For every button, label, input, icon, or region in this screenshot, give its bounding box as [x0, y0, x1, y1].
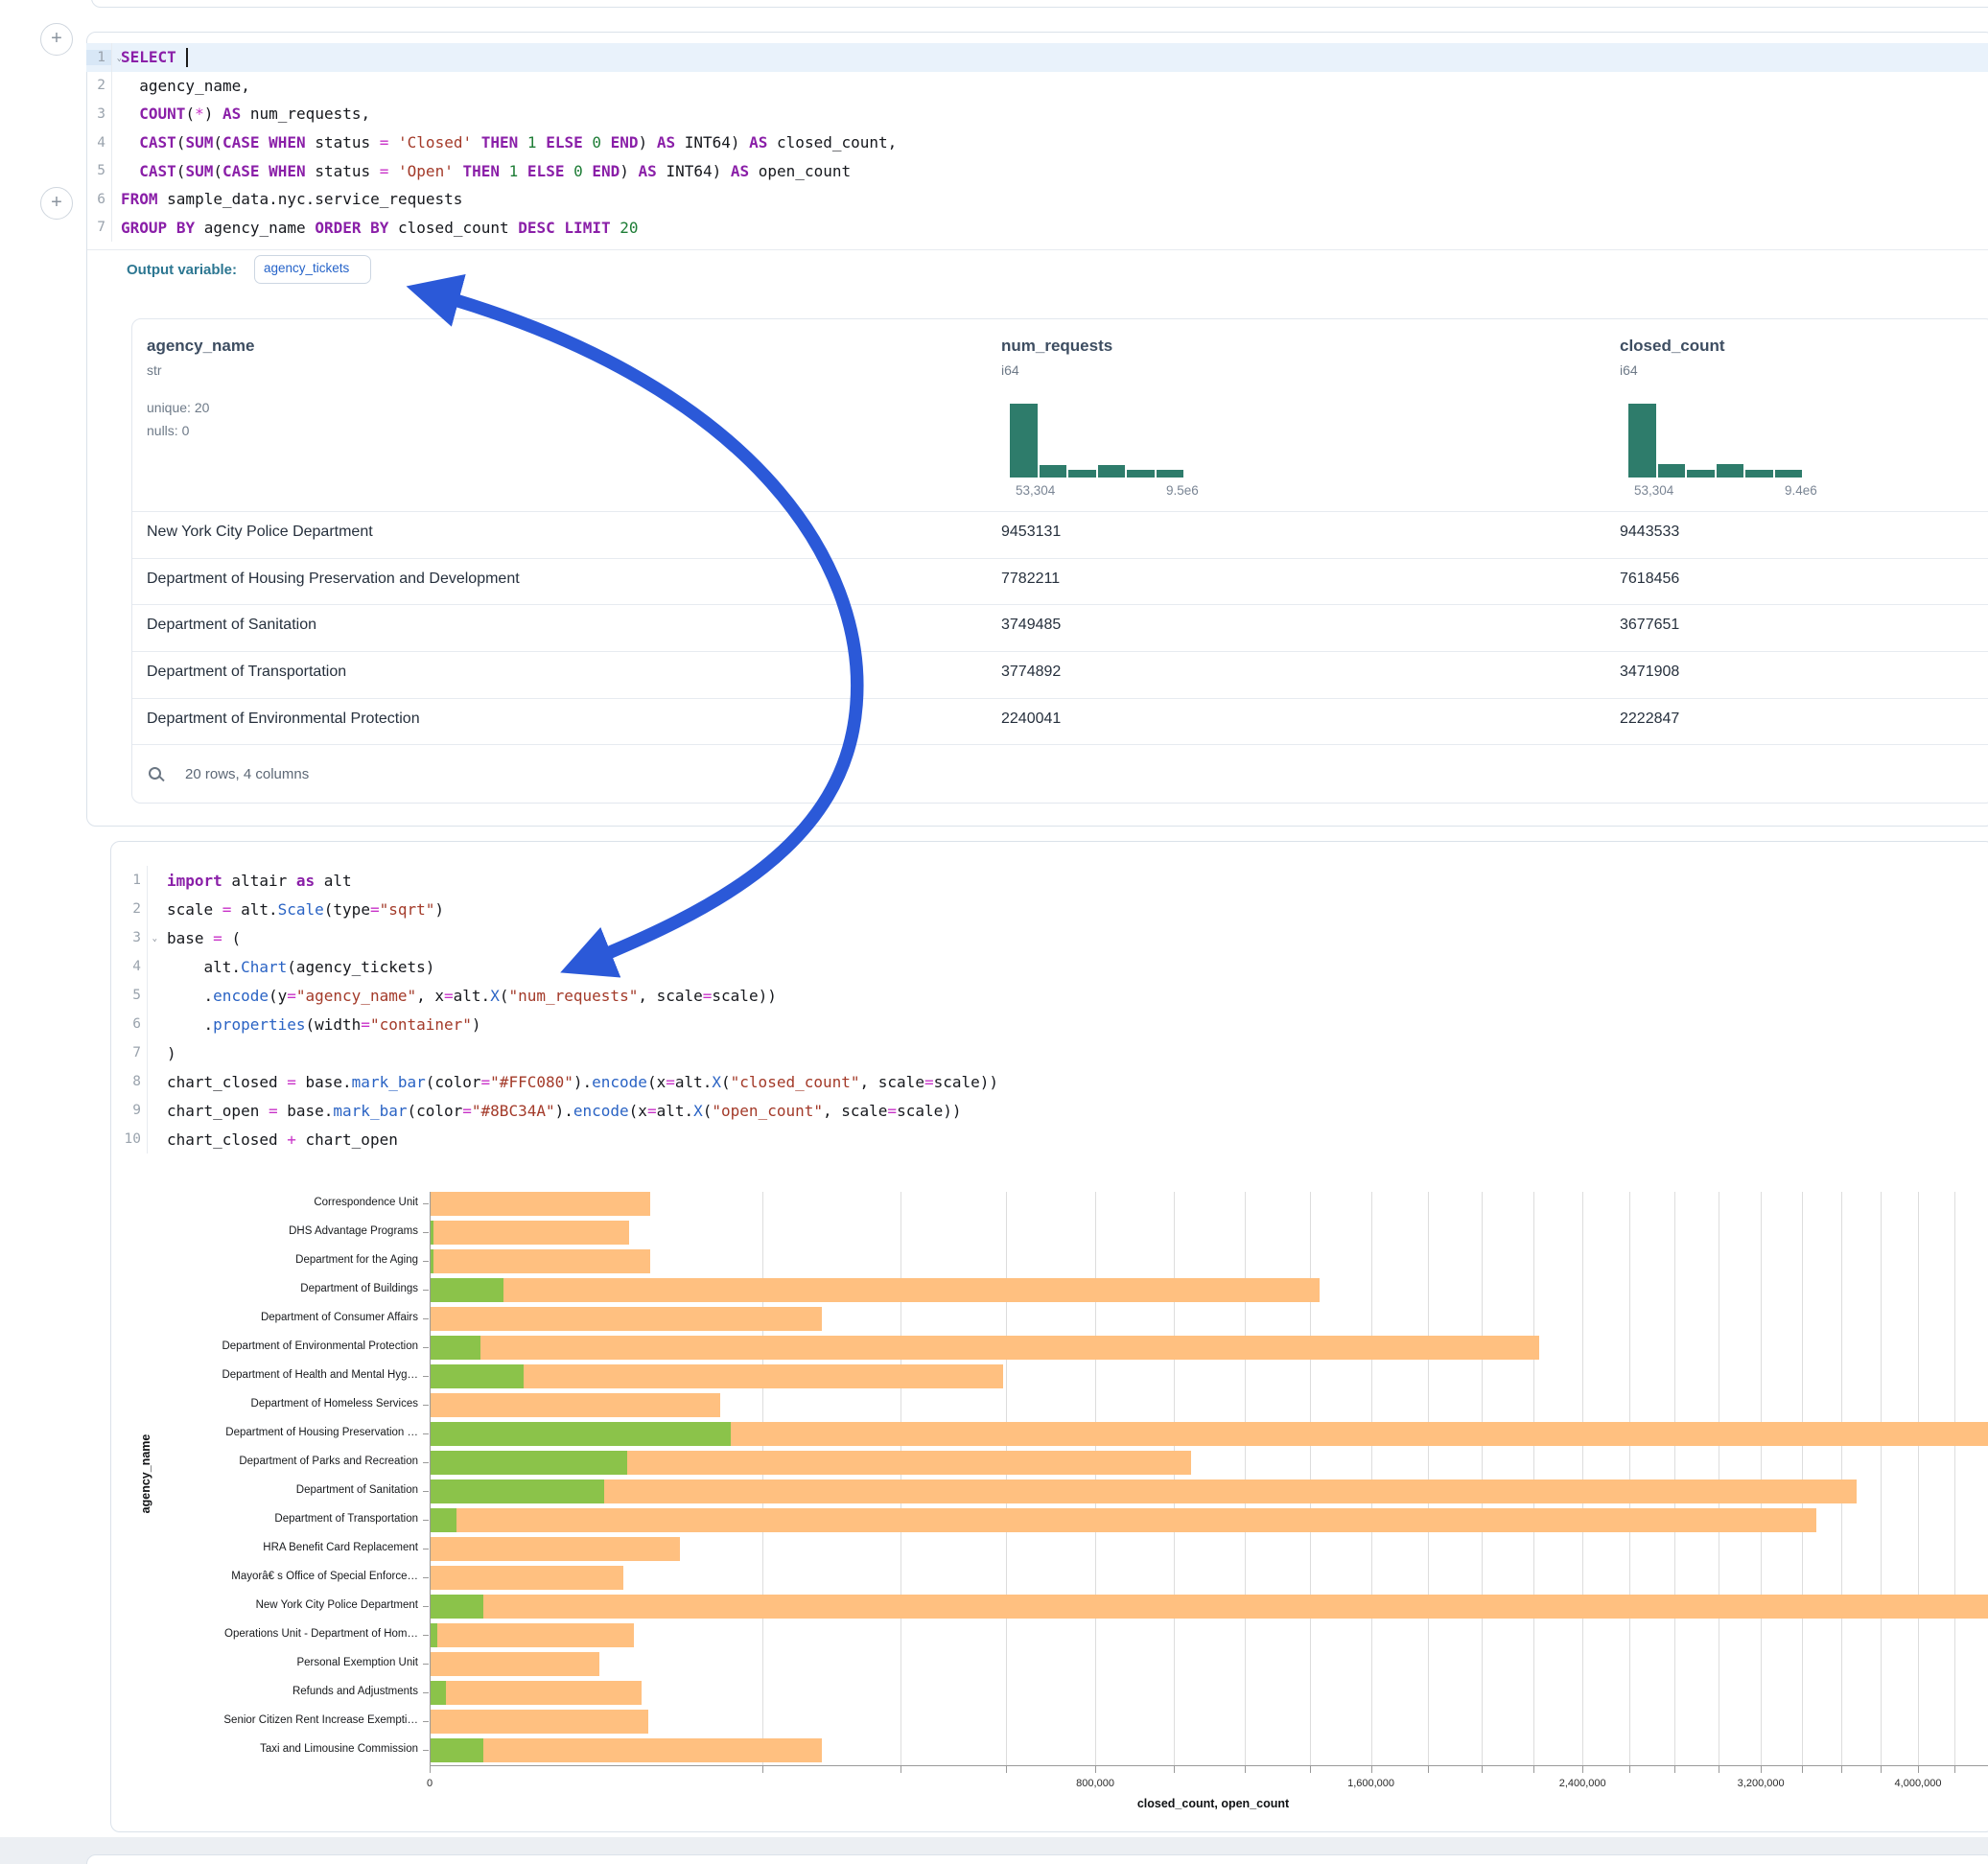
cell-agency: Department of Sanitation	[147, 617, 316, 634]
cell-num: 7782211	[1001, 571, 1060, 588]
code-line: 1import altair as alt	[111, 866, 1988, 895]
line-number: 4	[86, 135, 111, 151]
code-line: 9chart_open = base.mark_bar(color="#8BC3…	[111, 1096, 1988, 1125]
line-number: 2	[111, 901, 147, 917]
histogram-bar	[1098, 465, 1126, 478]
row-separator	[132, 651, 1988, 652]
line-number: 3	[86, 106, 111, 122]
histogram-bar	[1628, 404, 1656, 478]
line-number: 8	[111, 1074, 147, 1089]
histogram-bar	[1010, 404, 1038, 478]
cell-closed: 3677651	[1620, 617, 1679, 634]
line-number: 7	[111, 1045, 147, 1060]
column-header-closed-count[interactable]: closed_count	[1620, 337, 1725, 356]
code-line: 2 agency_name,	[86, 72, 1988, 101]
cell-closed: 3471908	[1620, 664, 1679, 681]
cell-closed: 7618456	[1620, 571, 1679, 588]
code-line: 5 .encode(y="agency_name", x=alt.X("num_…	[111, 981, 1988, 1010]
histogram-min-num: 53,304	[1016, 483, 1055, 498]
line-number: 2	[86, 78, 111, 93]
column-type-closed-count: i64	[1620, 362, 1638, 378]
histogram-bar	[1687, 470, 1715, 478]
output-variable-label: Output variable:	[127, 262, 237, 278]
sql-code-editor[interactable]: 1⌄SELECT 2 agency_name,3 COUNT(*) AS num…	[86, 43, 1988, 242]
histogram-bar	[1068, 470, 1096, 478]
histogram-max-num: 9.5e6	[1166, 483, 1199, 498]
line-number: 4	[111, 959, 147, 974]
code-line: 6 .properties(width="container")	[111, 1010, 1988, 1038]
code-line: 4 alt.Chart(agency_tickets)	[111, 952, 1988, 981]
previous-cell-edge	[91, 0, 1988, 8]
histogram-bar	[1040, 465, 1067, 478]
histogram-num-requests	[1010, 404, 1183, 478]
cell-num: 9453131	[1001, 524, 1061, 541]
row-separator	[132, 744, 1988, 745]
code-line: 8chart_closed = base.mark_bar(color="#FF…	[111, 1067, 1988, 1096]
cell-agency: Department of Transportation	[147, 664, 346, 681]
cell-num: 2240041	[1001, 711, 1061, 728]
cell-agency: Department of Housing Preservation and D…	[147, 571, 520, 588]
next-cell-edge	[86, 1854, 1988, 1864]
row-separator	[132, 698, 1988, 699]
code-line: 5 CAST(SUM(CASE WHEN status = 'Open' THE…	[86, 156, 1988, 185]
histogram-bar	[1127, 470, 1155, 478]
column-header-num-requests[interactable]: num_requests	[1001, 337, 1112, 356]
column-type-num-requests: i64	[1001, 362, 1019, 378]
cell-agency: Department of Environmental Protection	[147, 711, 420, 728]
code-line: 3 COUNT(*) AS num_requests,	[86, 100, 1988, 128]
column-stat-nulls: nulls: 0	[147, 423, 189, 438]
x-axis-title: closed_count, open_count	[1137, 1797, 1289, 1810]
histogram-bar	[1157, 470, 1184, 478]
line-number: 5	[86, 163, 111, 178]
add-cell-button-top[interactable]: +	[40, 23, 73, 56]
text-cursor	[186, 48, 188, 67]
row-separator	[132, 604, 1988, 605]
cell-agency: New York City Police Department	[147, 524, 373, 541]
histogram-bar	[1658, 464, 1686, 478]
code-line: 7)	[111, 1038, 1988, 1067]
line-number: 1	[111, 873, 147, 888]
line-number: 9	[111, 1103, 147, 1118]
notebook-page: + + 1⌄SELECT 2 agency_name,3 COUNT(*) AS…	[0, 0, 1988, 1864]
cell-closed: 2222847	[1620, 711, 1679, 728]
y-axis-title: agency_name	[139, 1434, 152, 1514]
add-cell-button-output[interactable]: +	[40, 187, 73, 220]
code-line: 6FROM sample_data.nyc.service_requests	[86, 185, 1988, 214]
line-number: 7	[86, 220, 111, 235]
row-separator	[132, 558, 1988, 559]
line-number: 3⌄	[111, 930, 147, 945]
code-line: 4 CAST(SUM(CASE WHEN status = 'Closed' T…	[86, 128, 1988, 157]
column-header-agency-name[interactable]: agency_name	[147, 337, 254, 356]
search-icon[interactable]	[149, 767, 161, 780]
code-line: 1⌄SELECT	[86, 43, 1988, 72]
fold-chevron-icon[interactable]: ⌄	[117, 54, 122, 63]
histogram-bar	[1745, 470, 1773, 478]
histogram-bar	[1717, 464, 1744, 478]
table-summary: 20 rows, 4 columns	[185, 766, 309, 782]
fold-chevron-icon[interactable]: ⌄	[152, 934, 157, 944]
line-number: 6	[111, 1016, 147, 1032]
histogram-closed-count	[1628, 404, 1802, 478]
histogram-max-closed: 9.4e6	[1785, 483, 1817, 498]
line-number: 10	[111, 1131, 147, 1147]
column-type-agency-name: str	[147, 362, 162, 378]
line-number: 5	[111, 988, 147, 1003]
line-number: 6	[86, 192, 111, 207]
histogram-bar	[1775, 470, 1803, 478]
code-line: 3⌄base = (	[111, 923, 1988, 952]
code-line: 2scale = alt.Scale(type="sqrt")	[111, 895, 1988, 923]
column-stat-unique: unique: 20	[147, 400, 209, 415]
line-number: 1⌄	[86, 50, 111, 65]
histogram-min-closed: 53,304	[1634, 483, 1673, 498]
cell-num: 3774892	[1001, 664, 1061, 681]
cell-closed: 9443533	[1620, 524, 1679, 541]
results-table: agency_name str unique: 20 nulls: 0 num_…	[131, 318, 1988, 804]
python-code-editor[interactable]: 1import altair as alt2scale = alt.Scale(…	[111, 866, 1988, 1153]
code-line: 10chart_closed + chart_open	[111, 1125, 1988, 1153]
code-line: 7GROUP BY agency_name ORDER BY closed_co…	[86, 214, 1988, 243]
cell-num: 3749485	[1001, 617, 1061, 634]
cell-divider	[87, 249, 1988, 250]
row-separator	[132, 511, 1988, 512]
output-variable-pill[interactable]: agency_tickets	[254, 255, 371, 284]
